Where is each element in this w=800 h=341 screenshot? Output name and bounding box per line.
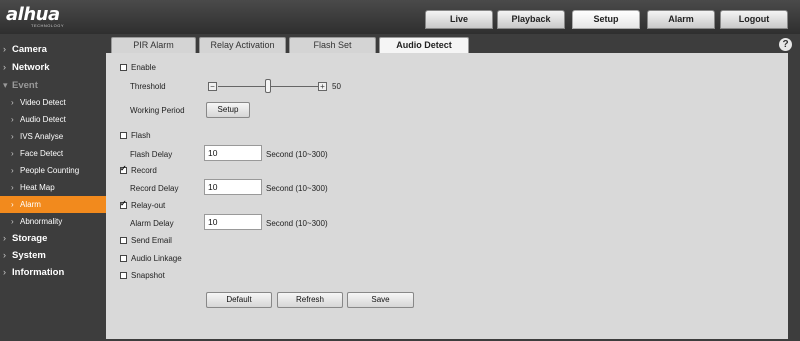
sidebar-item-label: Heat Map xyxy=(20,183,55,192)
sidebar-item-label: Event xyxy=(12,80,38,91)
chevron-right-icon: › xyxy=(11,115,14,124)
chevron-right-icon: › xyxy=(3,44,6,54)
sidebar-item-label: Camera xyxy=(12,44,47,55)
chevron-right-icon: › xyxy=(11,166,14,175)
sidebar-item-people-counting[interactable]: › People Counting xyxy=(0,162,106,179)
tab-relay-activation[interactable]: Relay Activation xyxy=(199,37,286,53)
chevron-right-icon: › xyxy=(11,183,14,192)
nav-tab-logout[interactable]: Logout xyxy=(720,10,788,29)
nav-tab-alarm[interactable]: Alarm xyxy=(647,10,715,29)
refresh-button[interactable]: Refresh xyxy=(277,292,343,308)
sidebar-item-ivs-analyse[interactable]: › IVS Analyse xyxy=(0,128,106,145)
chevron-down-icon: ▾ xyxy=(3,80,8,90)
working-period-label: Working Period xyxy=(130,106,185,115)
sidebar-item-information[interactable]: › Information xyxy=(0,264,106,281)
sidebar-item-storage[interactable]: › Storage xyxy=(0,230,106,247)
sidebar-item-abnormality[interactable]: › Abnormality xyxy=(0,213,106,230)
sidebar-item-label: Information xyxy=(12,267,65,278)
main-panel: ? PIR Alarm Relay Activation Flash Set A… xyxy=(106,34,800,341)
chevron-right-icon: › xyxy=(3,250,6,260)
sidebar-item-audio-detect[interactable]: › Audio Detect xyxy=(0,111,106,128)
chevron-right-icon: › xyxy=(11,98,14,107)
brand-subtitle: TECHNOLOGY xyxy=(31,23,65,28)
nav-tab-playback[interactable]: Playback xyxy=(497,10,565,29)
sidebar-item-face-detect[interactable]: › Face Detect xyxy=(0,145,106,162)
alarm-delay-input[interactable]: 10 xyxy=(204,214,262,230)
sidebar-item-event[interactable]: ▾ Event xyxy=(0,77,106,94)
top-bar: alhua TECHNOLOGY Live Playback Setup Ala… xyxy=(0,0,800,34)
chevron-right-icon: › xyxy=(3,62,6,72)
threshold-increase-button[interactable]: + xyxy=(318,82,327,91)
snapshot-checkbox[interactable] xyxy=(120,272,127,279)
sidebar-item-label: People Counting xyxy=(20,166,80,175)
tab-pir-alarm[interactable]: PIR Alarm xyxy=(111,37,196,53)
working-period-setup-button[interactable]: Setup xyxy=(206,102,250,118)
sidebar-item-label: Storage xyxy=(12,233,48,244)
sidebar-item-camera[interactable]: › Camera xyxy=(0,41,106,58)
flash-label: Flash xyxy=(131,131,151,140)
sidebar-item-label: Alarm xyxy=(20,200,41,209)
enable-label: Enable xyxy=(131,63,156,72)
record-delay-label: Record Delay xyxy=(130,184,179,193)
record-delay-input[interactable]: 10 xyxy=(204,179,262,195)
help-icon[interactable]: ? xyxy=(779,38,792,51)
settings-form: Enable Threshold − + 50 Working Period S… xyxy=(106,53,788,339)
alarm-delay-unit: Second (10~300) xyxy=(266,219,328,228)
sidebar-item-network[interactable]: › Network xyxy=(0,59,106,76)
chevron-right-icon: › xyxy=(11,217,14,226)
sidebar-item-system[interactable]: › System xyxy=(0,247,106,264)
nav-tab-setup[interactable]: Setup xyxy=(572,10,640,29)
sidebar-item-label: Abnormality xyxy=(20,217,63,226)
chevron-right-icon: › xyxy=(11,149,14,158)
sidebar-item-label: Face Detect xyxy=(20,149,64,158)
audio-linkage-label: Audio Linkage xyxy=(131,254,182,263)
record-label: Record xyxy=(131,166,157,175)
tab-flash-set[interactable]: Flash Set xyxy=(289,37,376,53)
sidebar-item-label: Network xyxy=(12,62,50,73)
flash-checkbox[interactable] xyxy=(120,132,127,139)
sidebar-item-label: Video Detect xyxy=(20,98,66,107)
alarm-delay-label: Alarm Delay xyxy=(130,219,174,228)
enable-checkbox[interactable] xyxy=(120,64,127,71)
threshold-label: Threshold xyxy=(130,82,166,91)
relay-out-label: Relay-out xyxy=(131,201,166,210)
save-button[interactable]: Save xyxy=(347,292,414,308)
chevron-right-icon: › xyxy=(3,233,6,243)
sidebar-item-label: System xyxy=(12,250,46,261)
tab-audio-detect[interactable]: Audio Detect xyxy=(379,37,469,53)
sidebar-item-heat-map[interactable]: › Heat Map xyxy=(0,179,106,196)
flash-delay-input[interactable]: 10 xyxy=(204,145,262,161)
default-button[interactable]: Default xyxy=(206,292,272,308)
sidebar-item-alarm[interactable]: › Alarm xyxy=(0,196,106,213)
sidebar-item-label: IVS Analyse xyxy=(20,132,64,141)
record-checkbox[interactable] xyxy=(120,164,127,174)
threshold-value: 50 xyxy=(332,82,341,91)
nav-tab-live[interactable]: Live xyxy=(425,10,493,29)
chevron-right-icon: › xyxy=(11,132,14,141)
brand-logo: alhua xyxy=(6,4,60,25)
snapshot-label: Snapshot xyxy=(131,271,165,280)
audio-linkage-checkbox[interactable] xyxy=(120,255,127,262)
threshold-slider-thumb[interactable] xyxy=(265,79,271,93)
flash-delay-label: Flash Delay xyxy=(130,150,173,159)
sidebar-item-label: Audio Detect xyxy=(20,115,66,124)
send-email-label: Send Email xyxy=(131,236,172,245)
record-delay-unit: Second (10~300) xyxy=(266,184,328,193)
threshold-decrease-button[interactable]: − xyxy=(208,82,217,91)
sidebar-item-video-detect[interactable]: › Video Detect xyxy=(0,94,106,111)
flash-delay-unit: Second (10~300) xyxy=(266,150,328,159)
sidebar: › Camera › Network ▾ Event › Video Detec… xyxy=(0,34,106,341)
chevron-right-icon: › xyxy=(3,267,6,277)
chevron-right-icon: › xyxy=(11,200,14,209)
relay-out-checkbox[interactable] xyxy=(120,199,127,209)
send-email-checkbox[interactable] xyxy=(120,237,127,244)
